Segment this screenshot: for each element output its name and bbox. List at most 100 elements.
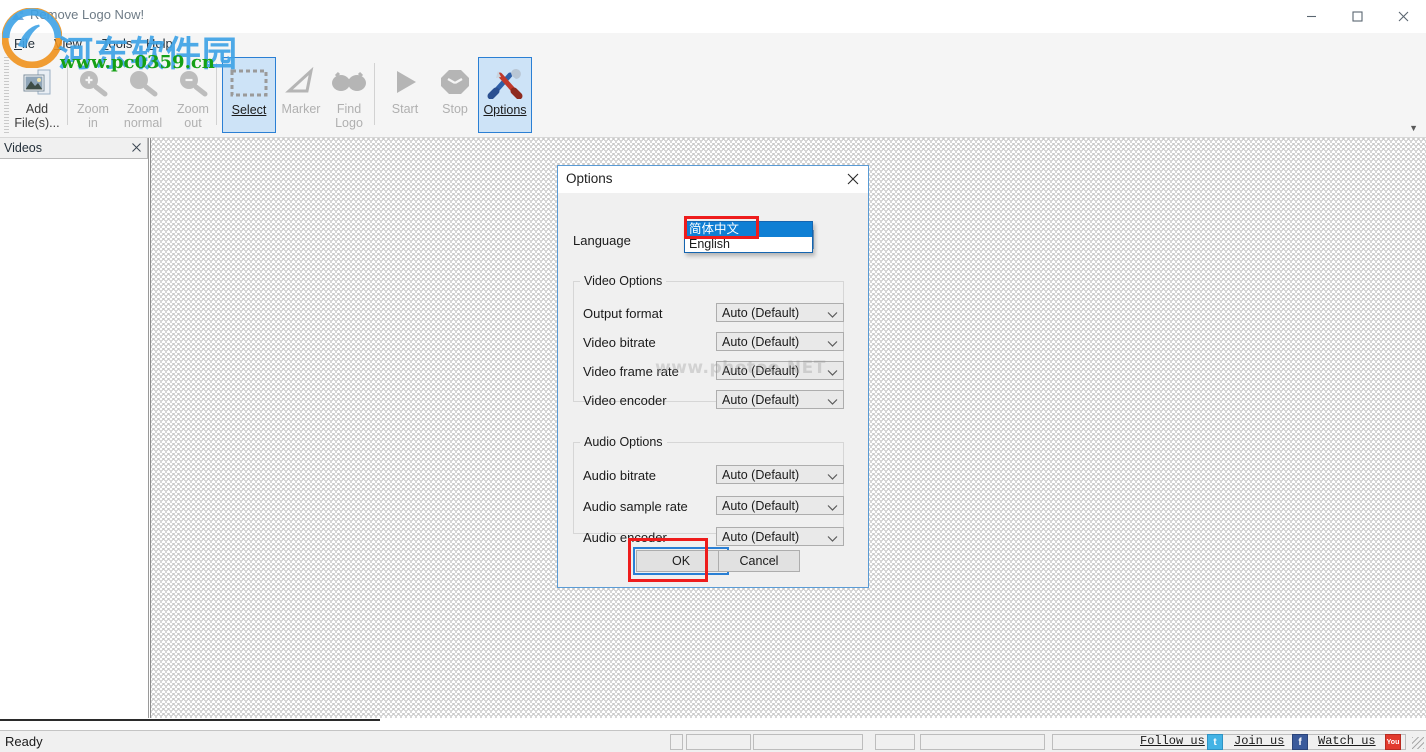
options-icon <box>487 63 523 103</box>
chevron-down-icon <box>827 469 838 484</box>
toolbar-separator-3 <box>374 63 375 125</box>
videos-panel-title: Videos <box>4 141 42 155</box>
videos-panel: Videos <box>0 138 149 718</box>
annotation-box-language-option <box>684 216 759 239</box>
videos-panel-list[interactable] <box>0 159 148 717</box>
status-pane-3 <box>753 734 863 750</box>
follow-us-link[interactable]: Follow us <box>1140 734 1205 748</box>
chevron-down-icon <box>827 531 838 546</box>
select-icon <box>229 63 269 103</box>
toolbar: Add File(s)... Zoom in Zoom normal Zoom … <box>0 55 1426 138</box>
label-video-bitrate: Video bitrate <box>583 335 656 350</box>
video-encoder-value: Auto (Default) <box>722 393 800 407</box>
toolbar-button-start[interactable]: Start <box>378 57 432 133</box>
chevron-down-icon <box>827 500 838 515</box>
status-pane-5 <box>920 734 1045 750</box>
horizontal-scrollbar[interactable] <box>0 719 380 721</box>
window-controls <box>1288 0 1426 32</box>
toolbar-label-options: Options <box>483 103 527 117</box>
status-pane-4 <box>875 734 915 750</box>
chevron-down-icon <box>827 336 838 351</box>
audio-encoder-combo[interactable]: Auto (Default) <box>716 527 844 546</box>
videos-panel-close-icon[interactable] <box>130 141 143 154</box>
label-video-encoder: Video encoder <box>583 393 667 408</box>
audio-encoder-value: Auto (Default) <box>722 530 800 544</box>
label-output-format: Output format <box>583 306 663 321</box>
options-dialog-close-icon[interactable] <box>842 169 864 189</box>
add-files-icon <box>20 62 54 102</box>
label-language: Language <box>573 233 631 248</box>
join-us-link[interactable]: Join us <box>1234 734 1284 748</box>
toolbar-button-zoom-normal[interactable]: Zoom normal <box>116 57 170 133</box>
audio-sample-rate-value: Auto (Default) <box>722 499 800 513</box>
toolbar-button-find-logo[interactable]: Find Logo <box>322 57 376 133</box>
toolbar-label-stop: Stop <box>442 102 468 116</box>
menu-item-view[interactable]: View <box>48 35 88 52</box>
zoom-in-icon <box>76 62 110 102</box>
toolbar-label-zoom-out: Zoom out <box>177 102 209 130</box>
toolbar-button-options[interactable]: Options <box>478 57 532 133</box>
video-encoder-combo[interactable]: Auto (Default) <box>716 390 844 409</box>
toolbar-button-zoom-in[interactable]: Zoom in <box>66 57 120 133</box>
toolbar-button-add-files[interactable]: Add File(s)... <box>10 57 64 133</box>
video-bitrate-value: Auto (Default) <box>722 335 800 349</box>
videos-panel-header: Videos <box>0 138 148 159</box>
cancel-button[interactable]: Cancel <box>718 550 800 572</box>
audio-options-group <box>573 442 844 534</box>
close-button[interactable] <box>1380 0 1426 32</box>
chevron-down-icon <box>827 307 838 322</box>
menu-item-help[interactable]: Help <box>140 35 179 52</box>
audio-sample-rate-combo[interactable]: Auto (Default) <box>716 496 844 515</box>
status-ready-text: Ready <box>5 734 43 749</box>
resize-grip[interactable] <box>1412 737 1424 749</box>
toolbar-label-add-files: Add File(s)... <box>14 102 60 130</box>
audio-bitrate-combo[interactable]: Auto (Default) <box>716 465 844 484</box>
toolbar-label-start: Start <box>391 102 419 116</box>
label-video-frame-rate: Video frame rate <box>583 364 679 379</box>
video-frame-rate-combo[interactable]: Auto (Default) <box>716 361 844 380</box>
toolbar-button-zoom-out[interactable]: Zoom out <box>166 57 220 133</box>
toolbar-label-zoom-in: Zoom in <box>77 102 109 130</box>
toolbar-grip[interactable] <box>4 57 9 133</box>
menu-item-tools[interactable]: Tools <box>96 35 138 52</box>
options-dialog-titlebar: Options <box>558 166 868 193</box>
audio-bitrate-value: Auto (Default) <box>722 468 800 482</box>
status-pane-2 <box>686 734 751 750</box>
toolbar-button-select[interactable]: Select <box>222 57 276 133</box>
annotation-box-ok-button <box>628 538 708 582</box>
watch-us-link[interactable]: Watch us <box>1318 734 1376 748</box>
youtube-icon[interactable]: You <box>1385 734 1401 750</box>
toolbar-overflow-chevron-down-icon[interactable]: ▼ <box>1409 123 1418 133</box>
maximize-button[interactable] <box>1334 0 1380 32</box>
toolbar-separator-2 <box>216 63 217 125</box>
menu-item-file[interactable]: FFileile <box>8 35 41 52</box>
toolbar-label-marker: Marker <box>281 102 321 116</box>
stop-icon <box>438 62 472 102</box>
status-bar: Ready Follow us t Join us f Watch us You <box>0 730 1426 752</box>
menu-bar: FFileile View Tools Help <box>0 33 1426 55</box>
status-pane-1 <box>670 734 683 750</box>
find-logo-icon <box>330 62 368 102</box>
output-format-value: Auto (Default) <box>722 306 800 320</box>
twitter-icon[interactable]: t <box>1207 734 1223 750</box>
toolbar-label-select: Select <box>231 103 267 117</box>
title-bar: Remove Logo Now! <box>0 0 1426 32</box>
toolbar-label-zoom-normal: Zoom normal <box>123 102 163 130</box>
application-window: Remove Logo Now! FFileile View Tools Hel… <box>0 0 1426 752</box>
minimize-button[interactable] <box>1288 0 1334 32</box>
options-dialog-title: Options <box>566 171 613 186</box>
video-frame-rate-value: Auto (Default) <box>722 364 800 378</box>
output-format-combo[interactable]: Auto (Default) <box>716 303 844 322</box>
zoom-normal-icon <box>126 62 160 102</box>
window-title: Remove Logo Now! <box>30 7 145 22</box>
language-option-en[interactable]: English <box>685 237 812 252</box>
toolbar-button-stop[interactable]: Stop <box>428 57 482 133</box>
label-audio-sample-rate: Audio sample rate <box>583 499 688 514</box>
video-bitrate-combo[interactable]: Auto (Default) <box>716 332 844 351</box>
label-audio-bitrate: Audio bitrate <box>583 468 656 483</box>
video-options-caption: Video Options <box>580 274 667 288</box>
app-icon <box>12 10 24 20</box>
toolbar-button-marker[interactable]: Marker <box>274 57 328 133</box>
chevron-down-icon <box>827 394 838 409</box>
facebook-icon[interactable]: f <box>1292 734 1308 750</box>
